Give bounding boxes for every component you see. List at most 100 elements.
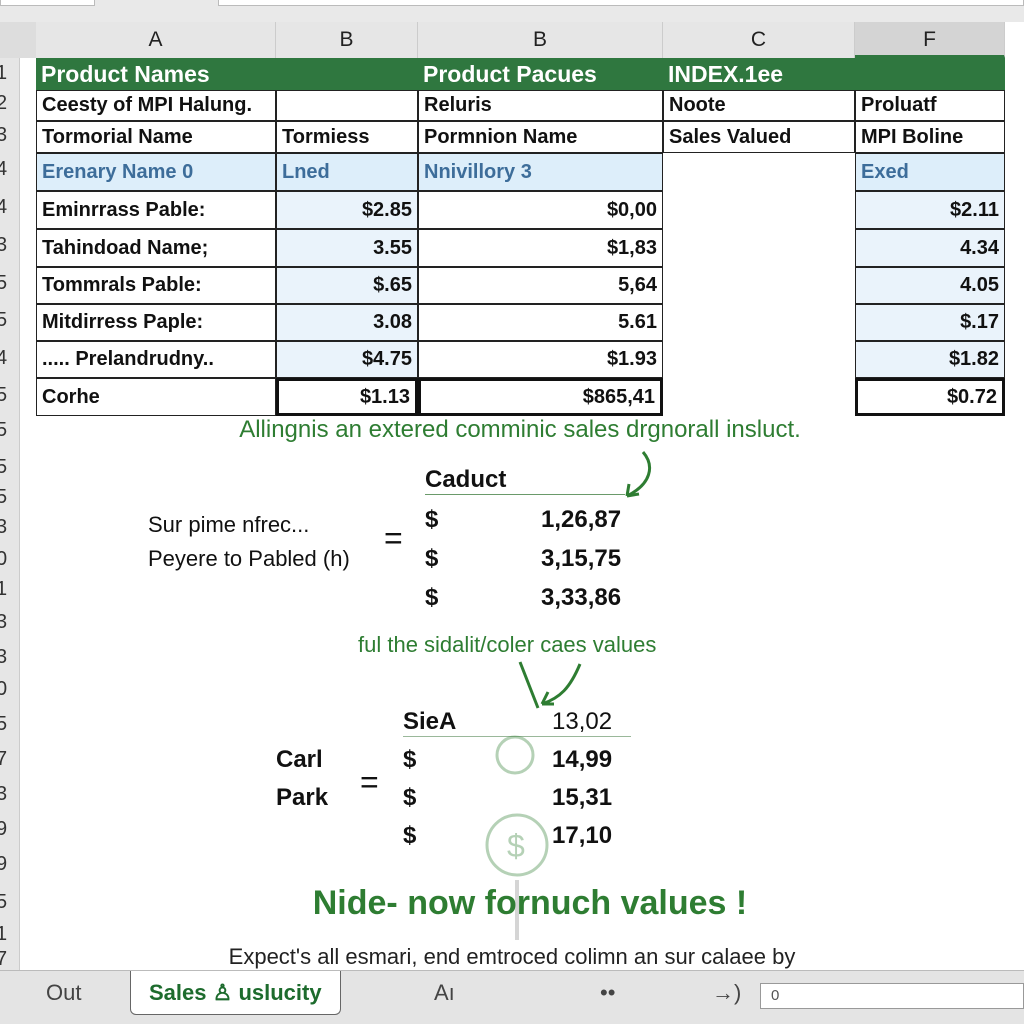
calc-value: 17,10 (552, 822, 613, 849)
row-number[interactable]: 3 (0, 124, 7, 147)
column-header-a[interactable]: A (36, 22, 276, 58)
zoom-input[interactable]: 0 (760, 983, 1024, 1009)
row-label-cell[interactable]: Eminrrass Pable: (36, 191, 276, 229)
value-cell[interactable]: $.17 (855, 304, 1005, 341)
value-cell[interactable]: $.65 (276, 267, 418, 304)
cell[interactable]: Noote (663, 90, 855, 121)
cell[interactable] (663, 153, 855, 191)
empty-cell[interactable] (663, 304, 855, 341)
value-cell[interactable]: $1.93 (418, 341, 663, 378)
row-number[interactable]: 0 (0, 548, 7, 571)
empty-cell[interactable] (663, 267, 855, 304)
value-cell[interactable]: $1,83 (418, 229, 663, 267)
column-header-c[interactable]: C (663, 22, 855, 58)
header-cell[interactable]: Product Names (36, 58, 276, 90)
value-cell[interactable]: 3.55 (276, 229, 418, 267)
row-number[interactable]: 5 (0, 486, 7, 509)
value-cell[interactable]: 5,64 (418, 267, 663, 304)
header-cell[interactable]: INDEX.1ee (663, 58, 855, 90)
cell[interactable]: Pormnion Name (418, 121, 663, 153)
row-number[interactable]: 5 (0, 384, 7, 407)
value-cell[interactable]: 4.34 (855, 229, 1005, 267)
more-tabs-button[interactable]: •• (600, 971, 615, 1015)
calc1-label: Sur pime nfrec... (148, 512, 310, 537)
value-cell[interactable]: $4.75 (276, 341, 418, 378)
name-box[interactable] (0, 0, 95, 6)
row-number[interactable]: 1 (0, 923, 7, 946)
calc2-header-value: 13,02 (552, 708, 613, 735)
row-number[interactable]: 9 (0, 818, 7, 841)
formula-input[interactable] (218, 0, 1024, 6)
value-cell[interactable]: 3.08 (276, 304, 418, 341)
row-number[interactable]: 3 (0, 646, 7, 669)
total-cell[interactable]: $0.72 (855, 378, 1005, 416)
total-label-cell[interactable]: Corhe (36, 378, 276, 416)
row-number[interactable]: 4 (0, 158, 7, 181)
select-all-corner[interactable] (0, 22, 36, 58)
row-label-cell[interactable]: Tommrals Pable: (36, 267, 276, 304)
column-header-b[interactable]: B (276, 22, 418, 58)
sheet-tab-out[interactable]: Out (46, 971, 81, 1015)
cell[interactable]: Erenary Name 0 (36, 153, 276, 191)
cell[interactable]: Nnivillory 3 (418, 153, 663, 191)
cell[interactable]: Exed (855, 153, 1005, 191)
annotation-note: Allingnis an extered comminic sales drgn… (239, 416, 801, 443)
column-header-b2[interactable]: B (418, 22, 663, 58)
currency-symbol: $ (403, 784, 417, 811)
cell[interactable]: Lned (276, 153, 418, 191)
row-number[interactable]: 7 (0, 748, 7, 771)
calc-value: 15,31 (552, 784, 613, 811)
cell[interactable]: Tormiess (276, 121, 418, 153)
empty-cell[interactable] (663, 341, 855, 378)
calc-value: 14,99 (552, 746, 613, 773)
header-cell[interactable] (855, 58, 1005, 90)
row-number[interactable]: 0 (0, 678, 7, 701)
total-cell[interactable]: $1.13 (276, 378, 418, 416)
row-number[interactable]: 3 (0, 234, 7, 257)
total-cell[interactable]: $865,41 (418, 378, 663, 416)
cell[interactable]: Proluatf (855, 90, 1005, 121)
scroll-button[interactable]: →) (712, 971, 741, 1015)
row-label-cell[interactable]: ..... Prelandrudny.. (36, 341, 276, 378)
empty-cell[interactable] (663, 229, 855, 267)
calc1-label: Peyere to Pabled (h) (148, 546, 350, 571)
row-number[interactable]: 9 (0, 853, 7, 876)
value-cell[interactable]: 5.61 (418, 304, 663, 341)
calc1-header: Caduct (425, 466, 625, 495)
value-cell[interactable]: $2.85 (276, 191, 418, 229)
header-cell[interactable]: Product Pacues (418, 58, 663, 90)
annotation-note: ful the sidalit/coler caes values (358, 632, 657, 657)
cell[interactable]: Sales Valued (663, 121, 855, 153)
row-number[interactable]: 4 (0, 196, 7, 219)
cell[interactable]: Tormorial Name (36, 121, 276, 153)
currency-symbol: $ (403, 822, 417, 849)
empty-cell[interactable] (663, 191, 855, 229)
value-cell[interactable]: $0,00 (418, 191, 663, 229)
value-cell[interactable]: $2.11 (855, 191, 1005, 229)
row-number[interactable]: 5 (0, 309, 7, 332)
row-number[interactable]: 3 (0, 516, 7, 539)
value-cell[interactable]: $1.82 (855, 341, 1005, 378)
sheet-tab-sales[interactable]: Sales ♙ uslucity (130, 971, 341, 1015)
formula-bar (0, 0, 1024, 22)
row-number[interactable]: 4 (0, 347, 7, 370)
sheet-tab-a[interactable]: Aı (434, 971, 455, 1015)
row-number[interactable]: 2 (0, 92, 7, 115)
row-number[interactable]: 5 (0, 456, 7, 479)
row-number[interactable]: 5 (0, 713, 7, 736)
cell[interactable]: Reluris (418, 90, 663, 121)
calc-value: 3,15,75 (541, 545, 622, 572)
header-cell[interactable] (276, 58, 418, 90)
row-label-cell[interactable]: Tahindoad Name; (36, 229, 276, 267)
value-cell[interactable]: 4.05 (855, 267, 1005, 304)
row-number[interactable]: 1 (0, 62, 7, 85)
cell[interactable] (276, 90, 418, 121)
cell[interactable]: MPI Boline (855, 121, 1005, 153)
column-header-f[interactable]: F (855, 22, 1005, 58)
row-number[interactable]: 5 (0, 272, 7, 295)
row-number[interactable]: 1 (0, 578, 7, 601)
row-number[interactable]: 3 (0, 611, 7, 634)
row-label-cell[interactable]: Mitdirress Paple: (36, 304, 276, 341)
row-number[interactable]: 3 (0, 783, 7, 806)
cell[interactable]: Ceesty of MPI Halung. (36, 90, 276, 121)
